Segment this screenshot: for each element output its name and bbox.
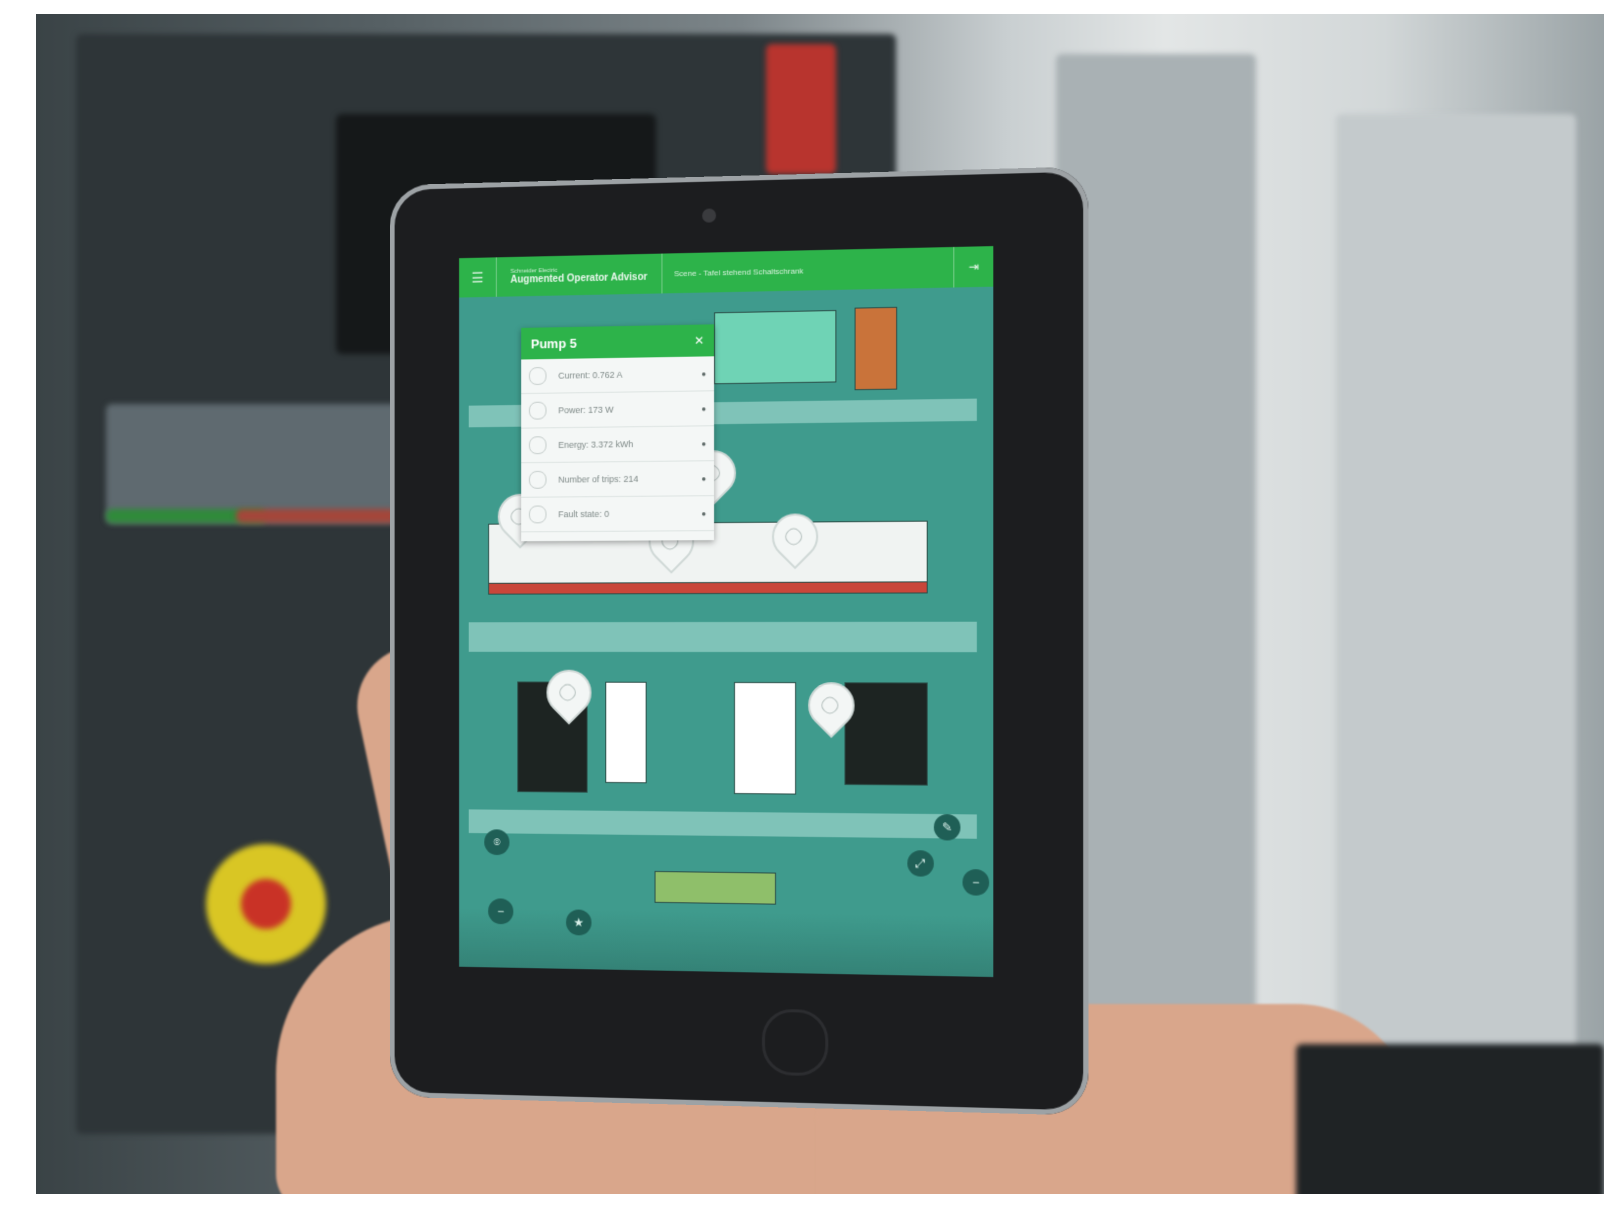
controller (844, 682, 928, 786)
bottom-shade (459, 907, 994, 978)
tablet-bezel: ☰ Schneider Electric Augmented Operator … (389, 166, 1089, 1116)
terminal-rail (654, 870, 777, 905)
chevron-right-icon: ● (701, 438, 707, 448)
breaker-strip (488, 581, 928, 595)
din-rail (468, 809, 977, 839)
minus-icon[interactable]: − (962, 869, 990, 896)
pin-inner (782, 525, 806, 548)
tablet: ☰ Schneider Electric Augmented Operator … (382, 166, 1089, 1116)
pin-icon[interactable]: ⌾ (484, 829, 510, 856)
counter-icon (528, 470, 547, 489)
popup-header: Pump 5 ✕ (521, 324, 715, 360)
home-button[interactable] (761, 1008, 829, 1077)
meter-icon (528, 366, 547, 386)
popup-title: Pump 5 (530, 335, 577, 351)
crosshair-icon: + (745, 738, 763, 772)
pin-inner (818, 693, 842, 717)
fault-icon (528, 505, 547, 524)
brand: Schneider Electric Augmented Operator Ad… (496, 253, 663, 297)
popup-row-label: Energy: 3.372 kWh (558, 439, 634, 450)
popup-row-label: Number of trips: 214 (558, 473, 639, 485)
hamburger-icon[interactable]: ☰ (459, 257, 497, 298)
background-red-strip (236, 509, 396, 523)
chevron-right-icon: ● (701, 403, 707, 413)
sleeve (1296, 1044, 1604, 1194)
device-info-popup: Pump 5 ✕ Current: 0.762 A ● Power: 173 W… (521, 324, 715, 542)
fuse-holder (854, 306, 898, 391)
chevron-right-icon: ● (701, 473, 707, 483)
expand-icon[interactable]: ⤢ (907, 850, 934, 877)
popup-row-trips[interactable]: Number of trips: 214 ● (521, 461, 715, 498)
popup-row-current[interactable]: Current: 0.762 A ● (521, 356, 715, 395)
terminal-block (714, 309, 837, 385)
device-white (605, 681, 647, 784)
star-icon[interactable]: ★ (566, 909, 592, 936)
pin-inner (556, 681, 579, 704)
popup-row-fault[interactable]: Fault state: 0 ● (521, 496, 715, 533)
pencil-icon[interactable]: ✎ (933, 814, 961, 841)
power-supply (733, 682, 797, 795)
chevron-right-icon: ● (701, 368, 707, 378)
chevron-right-icon: ● (701, 508, 707, 518)
minus-icon[interactable]: − (488, 898, 514, 925)
camera-icon (702, 208, 717, 223)
background-frame-right (1336, 114, 1576, 1114)
popup-row-energy[interactable]: Energy: 3.372 kWh ● (521, 426, 715, 464)
exit-icon[interactable]: ⇥ (953, 246, 994, 288)
popup-row-label: Power: 173 W (558, 404, 614, 416)
energy-icon (528, 436, 547, 455)
popup-row-label: Current: 0.762 A (558, 369, 623, 381)
popup-row-label: Fault state: 0 (558, 508, 610, 520)
power-icon (528, 401, 547, 420)
ar-screen: ☰ Schneider Electric Augmented Operator … (459, 246, 994, 978)
close-icon[interactable]: ✕ (694, 334, 704, 348)
din-rail (468, 621, 977, 653)
background-emergency-button-red (241, 879, 291, 929)
popup-row-power[interactable]: Power: 173 W ● (521, 391, 715, 429)
background-red-device (766, 44, 836, 174)
breadcrumb: Scene - Tafel stehend Schaltschrank (673, 265, 804, 278)
